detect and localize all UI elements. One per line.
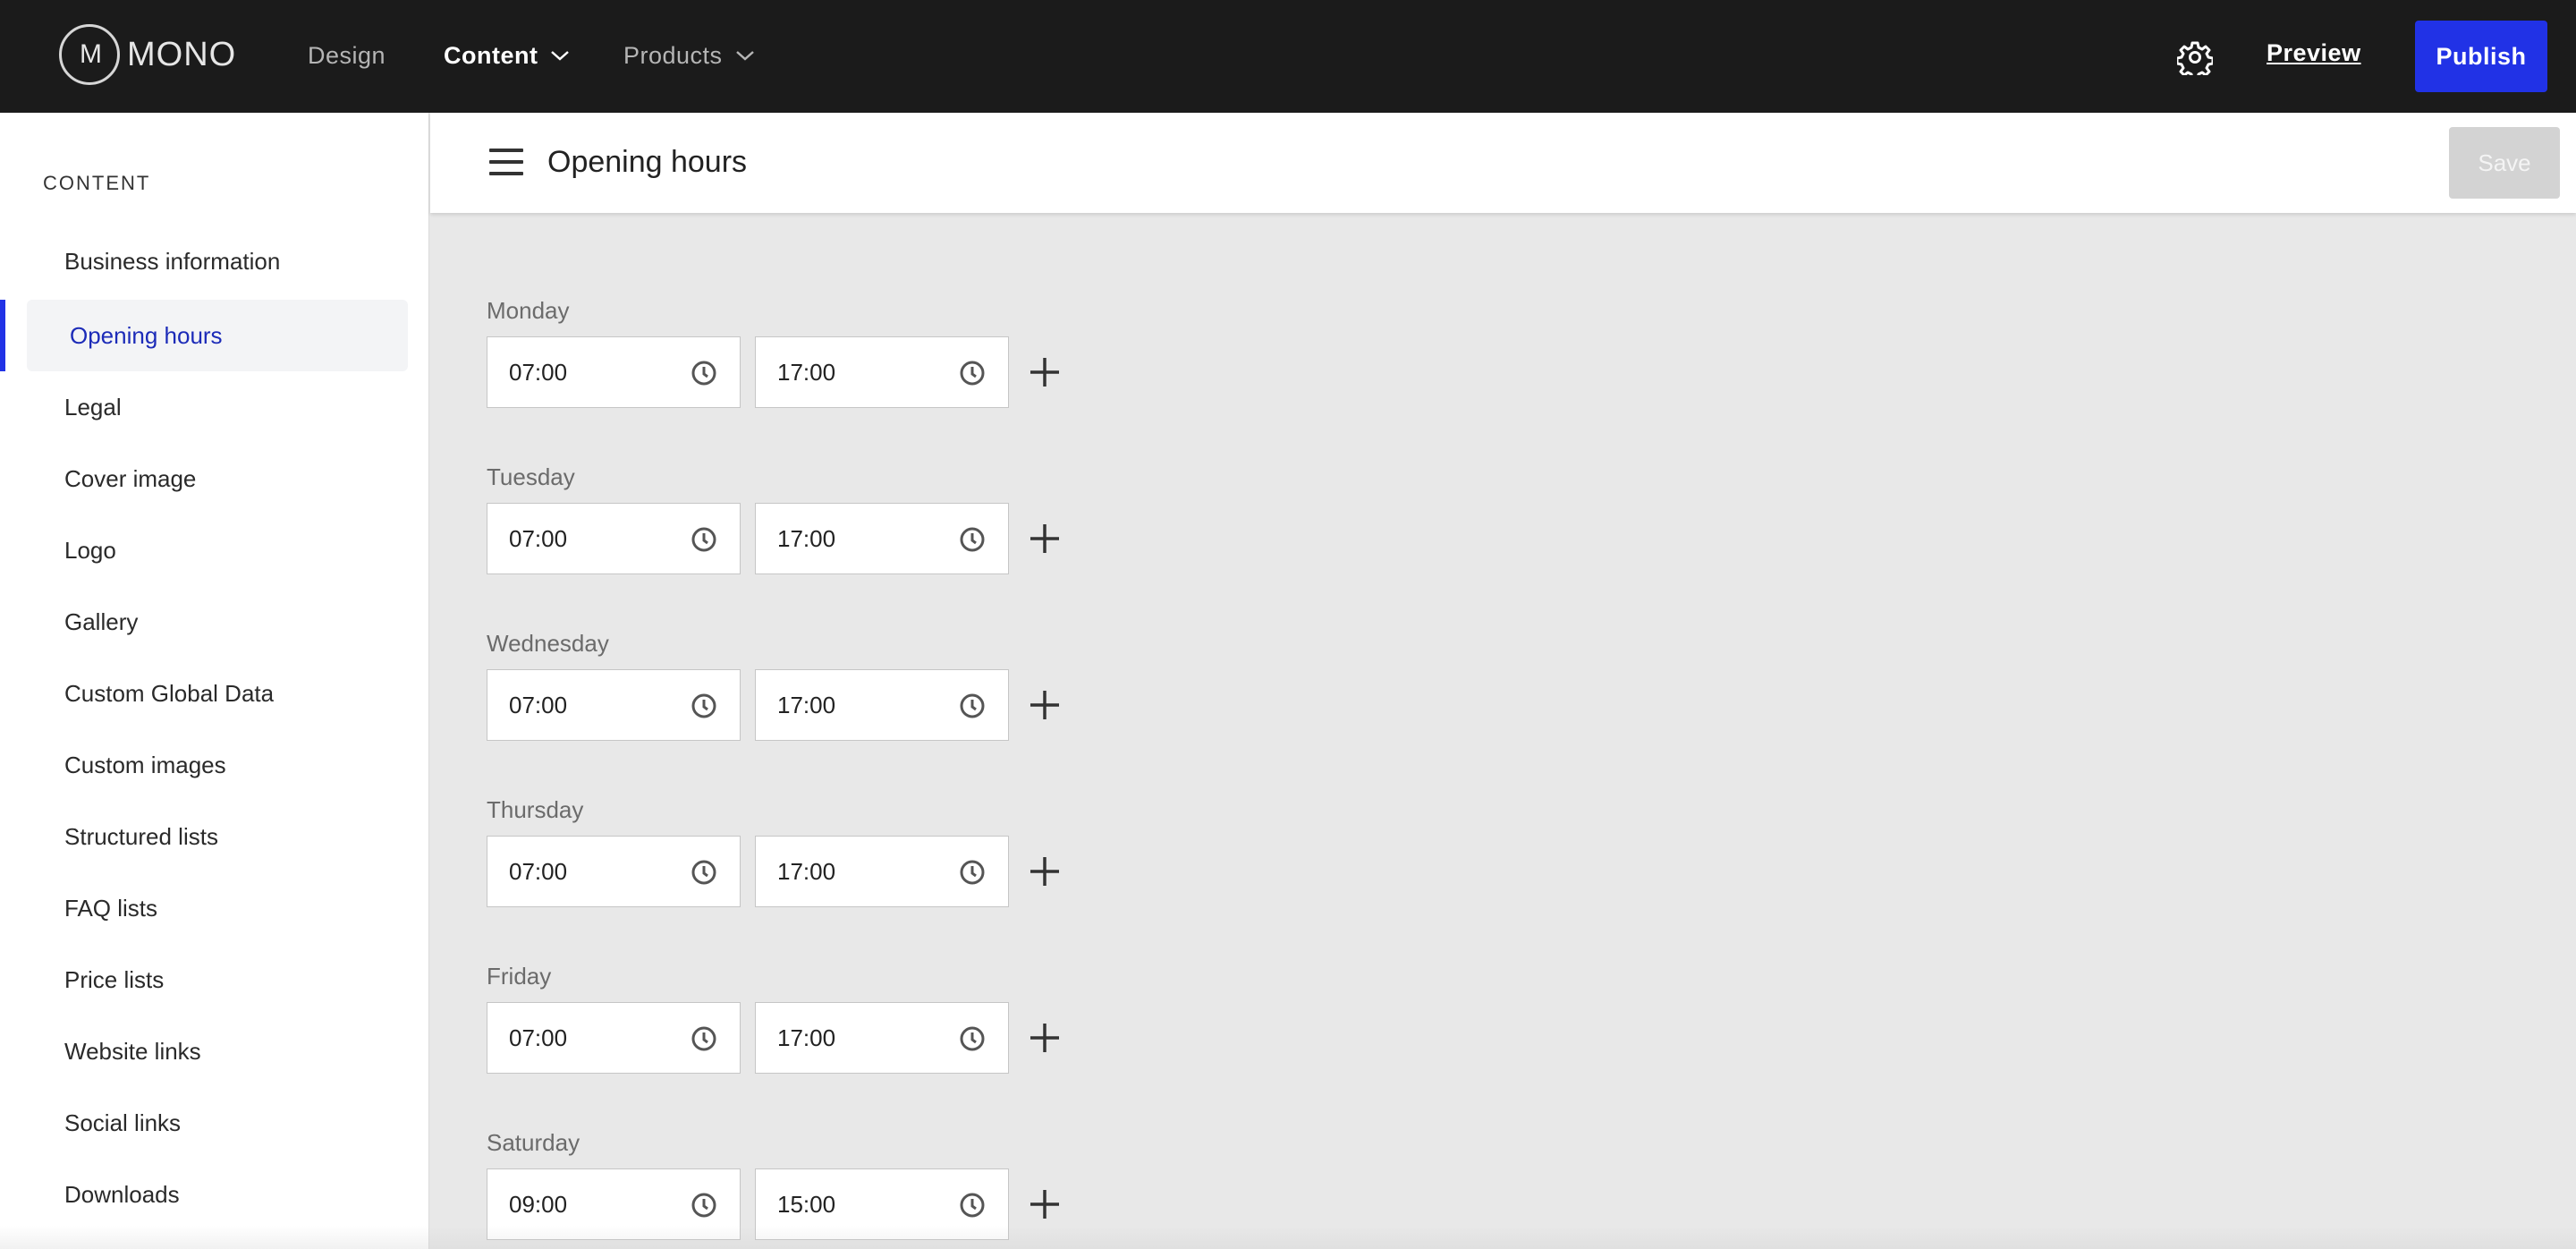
add-time-range-icon[interactable] [1029,1022,1061,1054]
clock-icon[interactable] [958,858,987,887]
scroll-fade [0,1226,2576,1249]
closing-time-input-tuesday[interactable]: 17:00 [755,503,1009,574]
closing-time-input-thursday[interactable]: 17:00 [755,836,1009,907]
closing-time-value: 17:00 [777,691,836,718]
add-time-range-icon[interactable] [1029,1188,1061,1220]
active-item-indicator [0,300,5,371]
top-navigation-bar: M MONO Design Content Products Preview P… [0,0,2576,113]
day-label-tuesday: Tuesday [487,463,575,490]
clock-icon[interactable] [690,359,718,387]
chevron-down-icon [551,51,570,61]
closing-time-input-friday[interactable]: 17:00 [755,1002,1009,1074]
sidebar-item-structured-lists[interactable]: Structured lists [64,801,218,872]
opening-time-value: 07:00 [509,524,568,552]
opening-time-input-tuesday[interactable]: 07:00 [487,503,741,574]
sidebar-item-downloads[interactable]: Downloads [64,1159,180,1230]
content-sidebar: CONTENT Business information Opening hou… [0,113,429,1249]
clock-icon[interactable] [690,692,718,720]
menu-icon[interactable] [489,149,523,175]
closing-time-input-wednesday[interactable]: 17:00 [755,669,1009,741]
opening-time-input-wednesday[interactable]: 07:00 [487,669,741,741]
day-label-wednesday: Wednesday [487,630,609,657]
sidebar-item-custom-images[interactable]: Custom images [64,729,226,801]
day-label-saturday: Saturday [487,1129,580,1156]
add-time-range-icon[interactable] [1029,356,1061,388]
sidebar-item-business-information[interactable]: Business information [64,225,280,297]
logo-mark: M [59,24,120,85]
closing-time-value: 17:00 [777,358,836,386]
page-title: Opening hours [547,145,748,179]
chevron-down-icon [735,51,754,61]
save-button[interactable]: Save [2449,127,2560,199]
gear-icon[interactable] [2177,39,2213,75]
opening-time-value: 07:00 [509,857,568,885]
sidebar-item-website-links[interactable]: Website links [64,1015,201,1087]
sidebar-item-logo[interactable]: Logo [64,514,116,586]
clock-icon[interactable] [690,858,718,887]
clock-icon[interactable] [690,525,718,554]
add-time-range-icon[interactable] [1029,689,1061,721]
day-label-monday: Monday [487,297,570,324]
sidebar-item-cover-image[interactable]: Cover image [64,443,196,514]
add-time-range-icon[interactable] [1029,523,1061,555]
logo-text: MONO [127,35,237,73]
opening-time-value: 07:00 [509,691,568,718]
day-label-thursday: Thursday [487,796,584,823]
nav-content[interactable]: Content [444,36,570,75]
sidebar-item-custom-global-data[interactable]: Custom Global Data [64,658,274,729]
clock-icon[interactable] [958,525,987,554]
nav-design-label: Design [308,41,386,69]
sidebar-item-faq-lists[interactable]: FAQ lists [64,872,157,944]
day-label-friday: Friday [487,963,552,990]
sidebar-item-opening-hours[interactable]: Opening hours [70,300,223,371]
opening-time-value: 07:00 [509,1024,568,1051]
preview-link[interactable]: Preview [2267,39,2361,67]
publish-button[interactable]: Publish [2415,21,2547,92]
closing-time-input-monday[interactable]: 17:00 [755,336,1009,408]
sidebar-item-legal[interactable]: Legal [64,371,122,443]
closing-time-value: 17:00 [777,857,836,885]
nav-content-label: Content [444,41,538,69]
clock-icon[interactable] [958,692,987,720]
clock-icon[interactable] [958,1191,987,1219]
closing-time-value: 15:00 [777,1190,836,1218]
clock-icon[interactable] [690,1191,718,1219]
closing-time-value: 17:00 [777,1024,836,1051]
add-time-range-icon[interactable] [1029,855,1061,888]
sidebar-heading: CONTENT [43,172,151,194]
sidebar-item-price-lists[interactable]: Price lists [64,944,164,1015]
clock-icon[interactable] [958,359,987,387]
nav-products[interactable]: Products [623,36,755,75]
opening-time-input-thursday[interactable]: 07:00 [487,836,741,907]
mono-logo[interactable]: M MONO [59,24,236,85]
opening-time-input-monday[interactable]: 07:00 [487,336,741,408]
nav-design[interactable]: Design [308,36,386,75]
closing-time-value: 17:00 [777,524,836,552]
sidebar-item-gallery[interactable]: Gallery [64,586,138,658]
opening-time-value: 09:00 [509,1190,568,1218]
clock-icon[interactable] [958,1024,987,1053]
clock-icon[interactable] [690,1024,718,1053]
opening-time-value: 07:00 [509,358,568,386]
opening-time-input-friday[interactable]: 07:00 [487,1002,741,1074]
content-header: Opening hours Save [430,113,2576,213]
nav-products-label: Products [623,41,723,69]
sidebar-item-social-links[interactable]: Social links [64,1087,181,1159]
